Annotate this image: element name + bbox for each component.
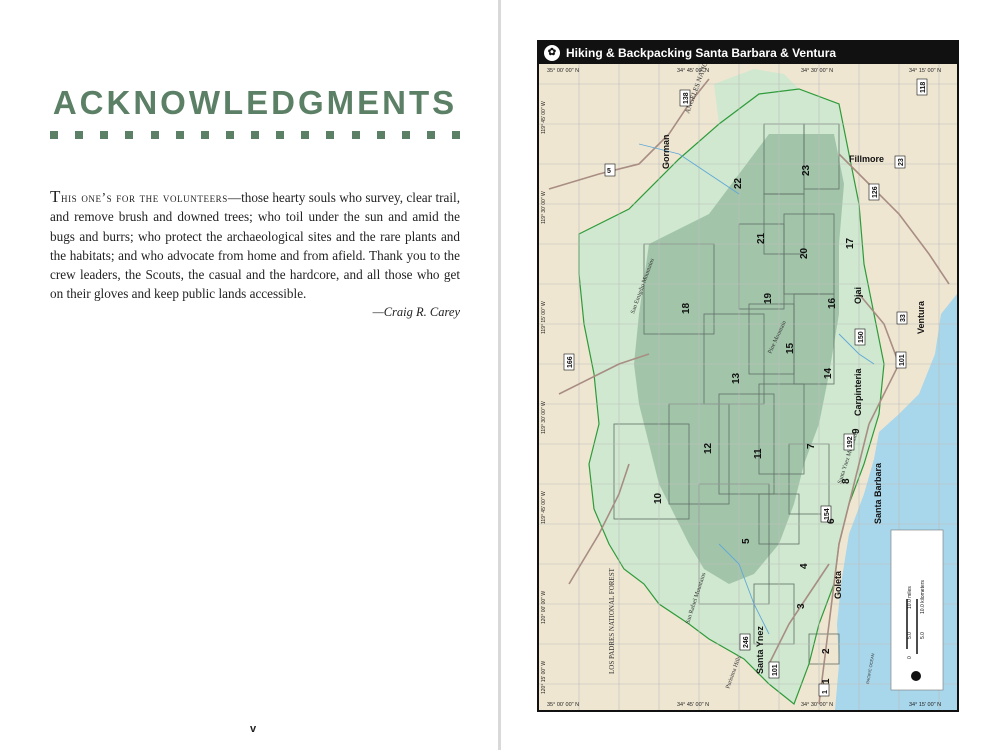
hwy-33: 33 (900, 314, 907, 322)
signature: —Craig R. Carey (372, 305, 460, 319)
lat-label: 34° 15' 00" N (909, 68, 941, 74)
hike-number: 11 (753, 448, 764, 459)
overview-map: 35° 00' 00" N 34° 45' 00" N 34° 30' 00" … (539, 64, 957, 710)
hike-number: 17 (845, 237, 856, 249)
lon-label: 119° 45' 00" W (541, 491, 547, 524)
map-frame: ✿ Hiking & Backpacking Santa Barbara & V… (537, 40, 959, 712)
hike-number: 8 (841, 478, 852, 484)
los-padres-label: LOS PADRES NATIONAL FOREST (608, 567, 616, 674)
lead-in: This one’s for the volunteers (50, 187, 228, 206)
scale-zero: 0 (907, 656, 913, 659)
scale-km: 10.0 kilometers (920, 580, 926, 614)
place-fillmore: Fillmore (849, 154, 884, 164)
lat-label: 35° 00' 00" N (547, 702, 579, 708)
hiker-logo-icon: ✿ (544, 45, 560, 61)
hwy-154: 154 (824, 508, 831, 520)
page-title: ACKNOWLEDGMENTS (52, 84, 458, 121)
lat-label: 34° 30' 00" N (801, 68, 833, 74)
hwy-23: 23 (898, 158, 905, 166)
hwy-246: 246 (743, 636, 750, 648)
lat-label: 34° 45' 00" N (677, 702, 709, 708)
map-title: Hiking & Backpacking Santa Barbara & Ven… (566, 46, 837, 60)
hike-number: 18 (681, 302, 692, 314)
page-number: v (250, 723, 257, 735)
place-ventura: Ventura (916, 300, 926, 334)
hike-number: 9 (851, 428, 862, 434)
hike-number: 2 (821, 648, 832, 654)
north-arrow-icon (911, 671, 921, 681)
hike-number: 21 (756, 232, 767, 244)
hike-number: 4 (799, 563, 810, 569)
scale-miles: 10.0 miles (907, 586, 913, 609)
body-text: —those hearty souls who survey, clear tr… (50, 190, 460, 302)
scale-bar: 10.0 miles 10.0 kilometers 0 5.0 5.0 (890, 529, 944, 691)
hike-number: 5 (741, 538, 752, 544)
place-santa-barbara: Santa Barbara (873, 462, 883, 524)
place-goleta: Goleta (833, 570, 843, 599)
hike-number: 15 (785, 342, 796, 354)
place-ojai: Ojai (853, 287, 863, 304)
place-gorman: Gorman (661, 134, 671, 169)
scale-five-km: 5.0 (920, 632, 926, 639)
hwy-166: 166 (567, 356, 574, 368)
hike-number: 6 (826, 518, 837, 524)
lat-label: 35° 00' 00" N (547, 68, 579, 74)
place-santa-ynez: Santa Ynez (755, 626, 765, 674)
hike-number: 16 (827, 297, 838, 309)
lon-label: 119° 15' 00" W (541, 301, 547, 334)
lat-label: 34° 15' 00" N (909, 702, 941, 708)
dotted-rule (50, 131, 460, 139)
hike-number: 7 (806, 443, 817, 449)
hwy-5: 5 (607, 168, 611, 175)
lon-label: 120° 00' 00" W (541, 591, 547, 624)
place-carpinteria: Carpinteria (853, 367, 863, 416)
hike-number: 1 (821, 678, 832, 684)
left-page: ACKNOWLEDGMENTS This one’s for the volun… (0, 0, 498, 750)
hike-number: 22 (733, 177, 744, 189)
lon-label: 119° 30' 00" W (541, 191, 547, 224)
scale-five-mi: 5.0 (907, 632, 913, 639)
hwy-126: 126 (872, 186, 879, 198)
hike-number: 10 (653, 492, 664, 504)
hwy-101: 101 (772, 664, 779, 676)
hike-number: 12 (703, 442, 714, 454)
hike-number: 19 (763, 292, 774, 304)
hike-number: 3 (796, 603, 807, 609)
hike-number: 20 (799, 247, 810, 259)
hike-number: 14 (823, 367, 834, 379)
hwy-150: 150 (858, 331, 865, 343)
lon-label: 119° 30' 00" W (541, 401, 547, 434)
acknowledgment-paragraph: This one’s for the volunteers—those hear… (50, 187, 460, 304)
hwy-1: 1 (822, 690, 829, 694)
hwy-138: 138 (683, 92, 690, 104)
hwy-101: 101 (899, 354, 906, 366)
hwy-118: 118 (920, 82, 927, 93)
lat-label: 34° 30' 00" N (801, 702, 833, 708)
hike-number: 13 (731, 372, 742, 384)
lon-label: 119° 45' 00" W (541, 101, 547, 134)
map-header: ✿ Hiking & Backpacking Santa Barbara & V… (539, 42, 957, 64)
right-page: ✿ Hiking & Backpacking Santa Barbara & V… (501, 0, 1000, 750)
hwy-192: 192 (847, 436, 854, 448)
lon-label: 120° 15' 00" W (541, 661, 547, 694)
hike-number: 23 (801, 164, 812, 176)
